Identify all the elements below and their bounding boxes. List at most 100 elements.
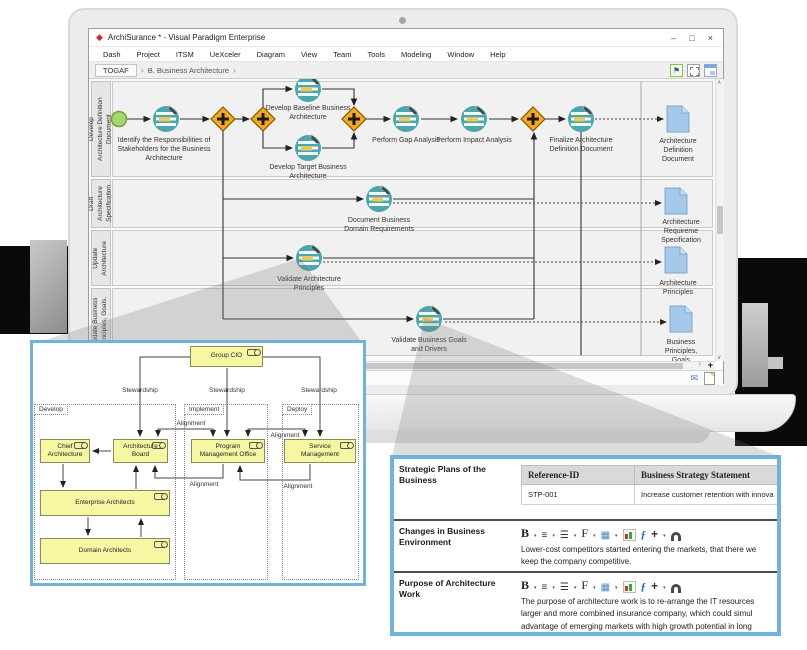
task-gap-analysis[interactable]	[393, 106, 419, 132]
align-icon[interactable]: ≡	[542, 530, 548, 541]
list-icon[interactable]: ☰	[560, 582, 569, 593]
panel-layout-icon[interactable]	[704, 64, 717, 77]
caret-down-icon[interactable]: ▾	[663, 533, 666, 541]
task-label: Perform Impact Analysis	[436, 136, 511, 145]
task-finalize[interactable]	[568, 106, 594, 132]
caret-down-icon[interactable]: ▾	[615, 585, 618, 593]
orgbox-chief-architecture[interactable]: Chief Architecture	[40, 439, 90, 463]
caret-down-icon[interactable]: ▾	[552, 533, 555, 541]
page: ◆ ArchiSurance * - Visual Paradigm Enter…	[0, 0, 807, 650]
menu-team[interactable]: Team	[325, 50, 359, 59]
caret-down-icon[interactable]: ▾	[574, 585, 577, 593]
caret-down-icon[interactable]: ▾	[593, 585, 596, 593]
caret-down-icon[interactable]: ▾	[534, 533, 537, 541]
magnet-icon[interactable]	[671, 584, 681, 593]
menu-tools[interactable]: Tools	[359, 50, 393, 59]
orgbox-architecture-board[interactable]: Architecture Board	[113, 439, 168, 463]
richtext-toolbar: B ▾ ≡ ▾ ☰ ▾ F ▾ ▦ ▾ ƒ + ▾	[521, 526, 756, 541]
orgbox-enterprise-architects[interactable]: Enterprise Architects	[40, 490, 170, 516]
purpose-text[interactable]: The purpose of architecture work is to r…	[521, 596, 754, 633]
flag-field-icon[interactable]: ƒ	[641, 581, 647, 593]
magnet-icon[interactable]	[671, 532, 681, 541]
chart-icon[interactable]	[623, 529, 636, 541]
vertical-scrollbar[interactable]: ∧ ∨	[715, 79, 724, 361]
fit-bounds-icon[interactable]	[687, 64, 700, 77]
vertical-scroll-thumb[interactable]	[717, 206, 723, 234]
caret-down-icon[interactable]: ▾	[574, 533, 577, 541]
menu-dash[interactable]: Dash	[95, 50, 129, 59]
title-bar: ◆ ArchiSurance * - Visual Paradigm Enter…	[89, 29, 723, 47]
maximize-button[interactable]: □	[689, 33, 694, 43]
pan-icon[interactable]: +	[708, 360, 713, 370]
cell-reference-id[interactable]: STP-001	[522, 485, 635, 505]
reference-table[interactable]: Reference-ID Business Strategy Statement…	[521, 465, 781, 505]
menu-window[interactable]: Window	[439, 50, 482, 59]
doc-business-principles[interactable]	[670, 306, 692, 332]
document-label: Business Principles, Goals and Drivers	[664, 338, 698, 361]
task-develop-baseline[interactable]	[295, 79, 321, 102]
menu-diagram[interactable]: Diagram	[249, 50, 293, 59]
task-document-requirements[interactable]	[366, 186, 392, 212]
font-icon[interactable]: F	[581, 526, 588, 541]
business-role-icon	[154, 493, 166, 500]
caret-down-icon[interactable]: ▾	[615, 533, 618, 541]
menu-modeling[interactable]: Modeling	[393, 50, 439, 59]
add-icon[interactable]: +	[651, 579, 658, 593]
caret-down-icon[interactable]: ▾	[552, 585, 555, 593]
flag-field-icon[interactable]: ƒ	[641, 529, 647, 541]
task-impact-analysis[interactable]	[461, 106, 487, 132]
menu-itsm[interactable]: ITSM	[168, 50, 202, 59]
business-role-icon	[340, 442, 352, 449]
bold-icon[interactable]: B	[521, 578, 529, 593]
chart-icon[interactable]	[623, 581, 636, 593]
caret-down-icon[interactable]: ▾	[534, 585, 537, 593]
list-icon[interactable]: ☰	[560, 530, 569, 541]
publish-icon[interactable]: ⚑	[670, 64, 683, 77]
scroll-right-icon[interactable]: ›	[699, 361, 701, 368]
business-role-icon	[249, 442, 261, 449]
add-icon[interactable]: +	[651, 527, 658, 541]
changes-text[interactable]: Lower-cost competitors started entering …	[521, 544, 756, 569]
menu-view[interactable]: View	[293, 50, 325, 59]
row-label: Strategic Plans of the Business	[399, 464, 517, 486]
doc-requirements-spec[interactable]	[665, 188, 687, 214]
breadcrumb-togaf[interactable]: TOGAF	[95, 64, 137, 77]
note-pencil-icon[interactable]: ✎	[704, 372, 715, 385]
align-icon[interactable]: ≡	[542, 582, 548, 593]
menu-help[interactable]: Help	[482, 50, 513, 59]
breadcrumb: TOGAF › B. Business Architecture › ⚑	[89, 62, 723, 79]
scroll-up-icon[interactable]: ∧	[717, 79, 721, 86]
table-row-changes: Changes in Business Environment B▾ ≡▾ ☰▾…	[394, 519, 781, 573]
gateway-4[interactable]	[521, 107, 545, 131]
insert-table-icon[interactable]: ▦	[601, 582, 610, 593]
task-label: Finalize Architecture Definition Documen…	[549, 136, 612, 154]
insert-table-icon[interactable]: ▦	[601, 530, 610, 541]
mail-icon[interactable]: ✉	[690, 373, 698, 384]
task-identify-responsibilities[interactable]	[153, 106, 179, 132]
close-button[interactable]: ×	[708, 33, 713, 43]
breadcrumb-current[interactable]: B. Business Architecture	[148, 66, 229, 75]
menu-project[interactable]: Project	[129, 50, 168, 59]
business-role-icon	[152, 442, 164, 449]
minimize-button[interactable]: –	[671, 33, 676, 43]
group-implement: Implement	[184, 404, 268, 580]
menu-uexceler[interactable]: UeXceler	[202, 50, 249, 59]
doc-architecture-definition[interactable]	[667, 106, 689, 132]
gateway-1[interactable]	[211, 107, 235, 131]
orgbox-domain-architects[interactable]: Domain Architects	[40, 538, 170, 564]
orgbox-service-management[interactable]: Service Management	[284, 439, 356, 463]
task-label: Identify the Responsibilities of Stakeho…	[118, 136, 211, 163]
doc-architecture-principles[interactable]	[665, 247, 687, 273]
cell-strategy-statement[interactable]: Increase customer retention with innova	[635, 485, 782, 505]
scroll-down-icon[interactable]: ∨	[717, 354, 721, 361]
caret-down-icon[interactable]: ▾	[593, 533, 596, 541]
background-device-left-bar	[30, 240, 67, 333]
bold-icon[interactable]: B	[521, 526, 529, 541]
orgbox-program-management-office[interactable]: Program Management Office	[191, 439, 265, 463]
font-icon[interactable]: F	[581, 578, 588, 593]
start-event[interactable]	[112, 112, 127, 127]
task-develop-target[interactable]	[295, 135, 321, 161]
orgbox-group-cio[interactable]: Group CIO	[190, 346, 263, 367]
window-title: ArchiSurance * - Visual Paradigm Enterpr…	[108, 33, 265, 42]
caret-down-icon[interactable]: ▾	[663, 585, 666, 593]
